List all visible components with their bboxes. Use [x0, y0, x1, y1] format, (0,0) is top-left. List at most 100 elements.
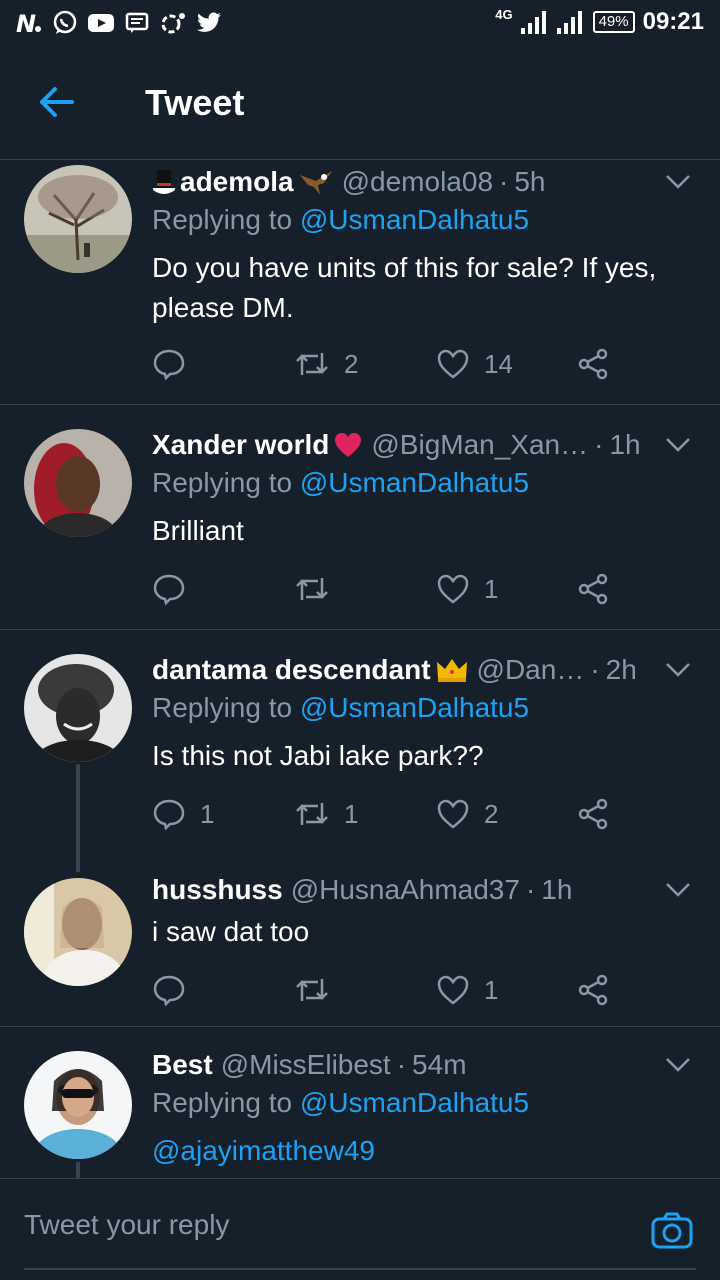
share-icon	[578, 573, 608, 605]
replies-feed[interactable]: ademola @demola08 · 5h Replying to @Usma…	[0, 160, 720, 1178]
reply-mention-link[interactable]: @UsmanDalhatu5	[300, 204, 529, 235]
camera-button[interactable]	[648, 1207, 696, 1255]
tweet-actions: 1	[152, 968, 622, 1012]
back-button[interactable]	[30, 76, 82, 128]
timestamp[interactable]: 54m	[412, 1049, 466, 1081]
tweet[interactable]: ademola @demola08 · 5h Replying to @Usma…	[0, 160, 720, 404]
reply-icon	[153, 574, 185, 606]
heart-icon	[437, 975, 469, 1005]
avatar[interactable]	[24, 878, 132, 986]
network-type: 4G	[495, 6, 513, 22]
separator-dot: ·	[499, 166, 509, 197]
signal-icon-2	[556, 11, 582, 34]
reply-composer: Tweet your reply	[0, 1178, 720, 1280]
share-button[interactable]	[576, 342, 610, 386]
chevron-down-icon	[666, 1058, 690, 1072]
reply-count: 1	[200, 798, 215, 829]
share-button[interactable]	[576, 792, 610, 836]
separator-dot: ·	[525, 874, 536, 905]
reply-button[interactable]	[152, 968, 200, 1012]
tweet-menu-button[interactable]	[660, 1047, 696, 1083]
replying-to: Replying to @UsmanDalhatu5	[152, 1087, 529, 1119]
tweet-text: Do you have units of this for sale? If y…	[152, 252, 657, 323]
reply-button[interactable]	[152, 567, 200, 611]
like-button[interactable]: 1	[436, 567, 498, 611]
tweet-header: Best @MissElibest · 54m	[152, 1045, 660, 1085]
tweet-header: ademola @demola08 · 5h	[152, 162, 660, 202]
avatar[interactable]	[24, 429, 132, 537]
tweet-menu-button[interactable]	[660, 164, 696, 200]
replying-to: Replying to @UsmanDalhatu5	[152, 692, 529, 724]
timestamp[interactable]: 2h	[606, 654, 637, 686]
reply-button[interactable]: 1	[152, 792, 214, 836]
heart-icon	[437, 574, 469, 604]
tweet-text[interactable]: @ajayimatthew49	[152, 1131, 692, 1171]
like-button[interactable]: 1	[436, 968, 498, 1012]
replying-to-label: Replying to	[152, 692, 300, 723]
tweet[interactable]: Xander world @BigMan_Xan… · 1h Replying …	[0, 405, 720, 629]
avatar[interactable]	[24, 1051, 132, 1159]
avatar[interactable]	[24, 165, 132, 273]
tweet[interactable]: husshuss @HusnaAhmad37 · 1h i saw dat to…	[0, 850, 720, 1026]
display-name[interactable]: ademola	[180, 166, 294, 198]
tweet-actions: 1	[152, 567, 622, 611]
crown-emoji-icon	[435, 656, 469, 684]
like-count: 1	[484, 974, 499, 1005]
tweet-menu-button[interactable]	[660, 427, 696, 463]
system-indicators: 4G 49% 09:21	[495, 6, 704, 36]
tweet-actions: 2 14	[152, 342, 622, 386]
tweet-menu-button[interactable]	[660, 652, 696, 688]
retweet-button[interactable]: 1	[294, 792, 358, 836]
tweet-text: Is this not Jabi lake park??	[152, 740, 484, 771]
handle[interactable]: @demola08	[342, 166, 493, 198]
tweet[interactable]: Best @MissElibest · 54m Replying to @Usm…	[0, 1027, 720, 1178]
chevron-down-icon	[666, 175, 690, 189]
display-name[interactable]: dantama descendant	[152, 654, 431, 686]
youtube-icon	[86, 8, 116, 38]
status-bar: N 4G 49% 09:21	[0, 0, 720, 48]
tweet-header: dantama descendant @Dan… · 2h	[152, 650, 660, 690]
like-button[interactable]: 2	[436, 792, 498, 836]
reply-button[interactable]	[152, 342, 200, 386]
timestamp[interactable]: 5h	[514, 166, 545, 198]
retweet-icon	[296, 979, 328, 1001]
handle[interactable]: @MissElibest	[221, 1049, 391, 1081]
reply-mention-link[interactable]: @UsmanDalhatu5	[300, 692, 529, 723]
like-button[interactable]: 14	[436, 342, 513, 386]
handle[interactable]: @HusnaAhmad37	[291, 874, 520, 906]
timestamp[interactable]: 1h	[609, 429, 640, 461]
message-icon	[122, 8, 152, 38]
avatar[interactable]	[24, 654, 132, 762]
handle[interactable]: @BigMan_Xan…	[371, 429, 588, 461]
reply-mention-link[interactable]: @UsmanDalhatu5	[300, 467, 529, 498]
handle[interactable]: @Dan…	[477, 654, 585, 686]
display-name[interactable]: husshuss	[152, 874, 283, 906]
retweet-button[interactable]: 2	[294, 342, 358, 386]
retweet-button[interactable]	[294, 968, 344, 1012]
display-name[interactable]: Best	[152, 1049, 213, 1081]
battery-indicator: 49%	[592, 11, 635, 33]
tweet-menu-button[interactable]	[660, 872, 696, 908]
share-button[interactable]	[576, 968, 610, 1012]
replying-to-label: Replying to	[152, 467, 300, 498]
svg-text:N: N	[16, 11, 36, 35]
share-button[interactable]	[576, 567, 610, 611]
tweet[interactable]: dantama descendant @Dan… · 2h Replying t…	[0, 630, 720, 850]
reply-icon	[153, 799, 185, 831]
retweet-button[interactable]	[294, 567, 344, 611]
tweet-header: Xander world @BigMan_Xan… · 1h	[152, 425, 660, 465]
reply-mention-link[interactable]: @UsmanDalhatu5	[300, 1087, 529, 1118]
reply-icon	[153, 975, 185, 1007]
heart-icon	[437, 799, 469, 829]
reply-input[interactable]: Tweet your reply	[24, 1209, 229, 1241]
share-icon	[578, 974, 608, 1006]
replying-to-label: Replying to	[152, 1087, 300, 1118]
reply-icon	[153, 349, 185, 381]
share-icon	[578, 348, 608, 380]
input-underline	[24, 1268, 696, 1270]
retweet-count: 1	[344, 798, 359, 829]
timestamp[interactable]: 1h	[541, 874, 572, 906]
display-name[interactable]: Xander world	[152, 429, 329, 461]
replying-to: Replying to @UsmanDalhatu5	[152, 204, 529, 236]
notification-icons: N	[14, 8, 224, 38]
